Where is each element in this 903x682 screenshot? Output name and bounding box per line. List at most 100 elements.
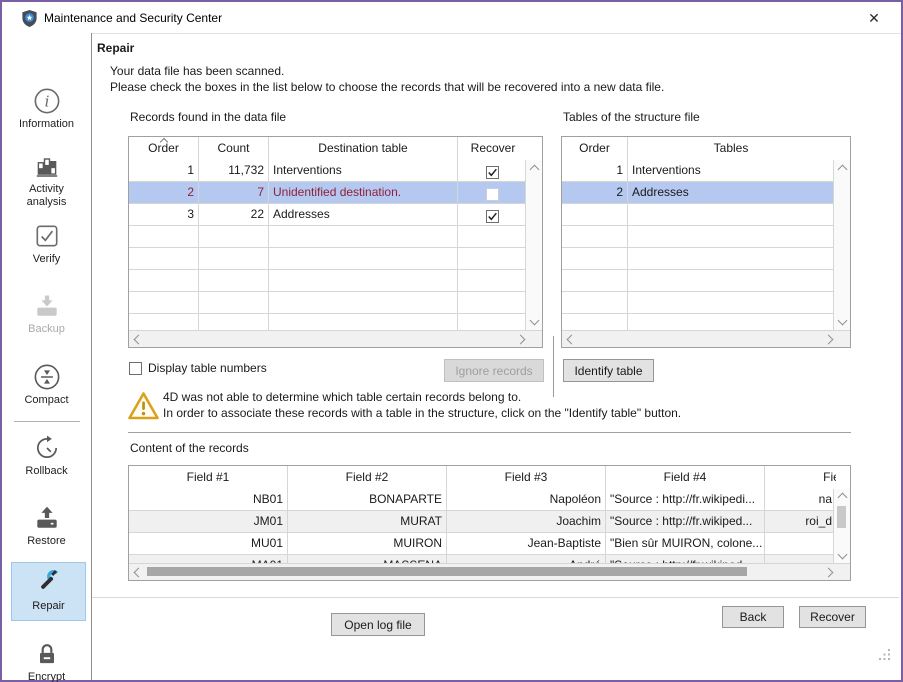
scroll-right-icon[interactable] [516, 335, 526, 345]
table-cell: MURAT [288, 511, 447, 532]
column-header-field1[interactable]: Field #1 [129, 466, 288, 489]
sidebar-separator [14, 421, 80, 422]
scroll-right-icon[interactable] [824, 568, 834, 578]
column-header-recover[interactable]: Recover [458, 137, 528, 160]
vertical-scroll-thumb[interactable] [837, 506, 846, 528]
table-row[interactable]: 111,732Interventions [129, 160, 526, 182]
sidebar: i Information Activityanalysis Verify [2, 33, 92, 680]
recover-checkbox-checked[interactable] [486, 210, 499, 223]
records-panel-label: Records found in the data file [130, 110, 286, 124]
window-title: Maintenance and Security Center [44, 11, 222, 25]
scroll-up-icon[interactable] [530, 165, 540, 175]
ignore-records-button[interactable]: Ignore records [444, 359, 544, 382]
table-row[interactable]: 27Unidentified destination. [129, 182, 526, 204]
identify-table-button[interactable]: Identify table [563, 359, 654, 382]
shield-app-icon [21, 9, 38, 28]
column-header-destination-table[interactable]: Destination table [269, 137, 458, 160]
table-cell [628, 226, 833, 247]
display-table-numbers-checkbox[interactable] [129, 362, 142, 375]
table-row [562, 270, 834, 292]
column-header-tables[interactable]: Tables [628, 137, 834, 160]
close-button[interactable]: ✕ [863, 8, 885, 28]
recover-checkbox-checked[interactable] [486, 166, 499, 179]
table-cell: MUIRON [288, 533, 447, 554]
table-row [562, 226, 834, 248]
intro-line-2: Please check the boxes in the list below… [110, 79, 664, 95]
table-cell [269, 226, 458, 247]
table-cell [562, 292, 628, 313]
table-row[interactable]: JM01MURATJoachim"Source : http://fr.wiki… [129, 511, 834, 533]
column-header-field5[interactable]: Field #5 [765, 466, 836, 489]
column-header-field4[interactable]: Field #4 [606, 466, 765, 489]
table-cell: roi_d [765, 511, 834, 532]
content-horizontal-scrollbar[interactable] [129, 563, 850, 580]
table-cell [199, 248, 269, 269]
table-cell [562, 270, 628, 291]
scroll-down-icon[interactable] [530, 316, 540, 326]
warning-line-2: In order to associate these records with… [163, 405, 681, 421]
scroll-up-icon[interactable] [838, 493, 848, 503]
sidebar-item-restore[interactable]: Restore [2, 504, 91, 548]
sidebar-item-label: Rollback [2, 465, 91, 478]
table-row[interactable]: MU01MUIRONJean-Baptiste"Bien sûr MUIRON,… [129, 533, 834, 555]
display-table-numbers-label: Display table numbers [148, 361, 267, 375]
table-row [129, 248, 526, 270]
maintenance-security-center-window: Maintenance and Security Center ✕ i Info… [0, 0, 903, 682]
title-bar: Maintenance and Security Center ✕ [2, 2, 901, 34]
column-header-field2[interactable]: Field #2 [288, 466, 447, 489]
sidebar-item-encrypt[interactable]: Encrypt [2, 640, 91, 682]
scroll-right-icon[interactable] [824, 335, 834, 345]
table-row[interactable]: 2Addresses [562, 182, 834, 204]
compact-compress-icon [33, 363, 61, 391]
table-cell [628, 248, 833, 269]
sidebar-item-rollback[interactable]: Rollback [2, 434, 91, 478]
column-header-count[interactable]: Count [199, 137, 269, 160]
sidebar-item-label: Encrypt [2, 671, 91, 682]
resize-grip-icon[interactable] [878, 648, 891, 661]
table-cell [199, 314, 269, 331]
sidebar-item-information[interactable]: i Information [2, 87, 91, 131]
sidebar-item-compact[interactable]: Compact [2, 363, 91, 407]
intro-line-1: Your data file has been scanned. [110, 63, 664, 79]
scroll-down-icon[interactable] [838, 550, 848, 560]
sidebar-item-verify[interactable]: Verify [2, 222, 91, 266]
sidebar-item-activity-analysis[interactable]: Activityanalysis [2, 152, 91, 209]
open-log-file-button[interactable]: Open log file [331, 613, 425, 636]
structure-vertical-scrollbar[interactable] [833, 160, 850, 331]
sidebar-item-backup[interactable]: Backup [2, 292, 91, 336]
records-vertical-scrollbar[interactable] [525, 160, 542, 331]
table-cell [628, 204, 833, 225]
content-table-body: NB01BONAPARTENapoléon"Source : http://fr… [129, 489, 834, 564]
table-cell: Joachim [447, 511, 606, 532]
back-button[interactable]: Back [722, 606, 784, 628]
sidebar-item-repair[interactable]: Repair [11, 562, 86, 621]
scroll-left-icon[interactable] [567, 335, 577, 345]
content-table-header: Field #1 Field #2 Field #3 Field #4 Fiel… [129, 466, 834, 490]
content-vertical-scrollbar[interactable] [833, 489, 850, 564]
recover-checkbox-unchecked[interactable] [486, 188, 499, 201]
table-row[interactable]: NB01BONAPARTENapoléon"Source : http://fr… [129, 489, 834, 511]
scroll-up-icon[interactable] [838, 165, 848, 175]
table-cell [129, 248, 199, 269]
panel-divider [553, 336, 554, 397]
column-header-order[interactable]: Order [129, 137, 199, 160]
backup-tray-down-icon [33, 292, 61, 320]
warning-text: 4D was not able to determine which table… [163, 389, 681, 421]
table-cell: Interventions [628, 160, 833, 181]
table-row[interactable]: 322Addresses [129, 204, 526, 226]
column-header-field3[interactable]: Field #3 [447, 466, 606, 489]
table-cell [458, 182, 526, 203]
recover-button[interactable]: Recover [799, 606, 866, 628]
scroll-left-icon[interactable] [134, 568, 144, 578]
table-cell [458, 160, 526, 181]
table-row[interactable]: 1Interventions [562, 160, 834, 182]
column-header-order[interactable]: Order [562, 137, 628, 160]
footer-divider [92, 597, 899, 598]
structure-horizontal-scrollbar[interactable] [562, 330, 850, 347]
scroll-down-icon[interactable] [838, 316, 848, 326]
scroll-left-icon[interactable] [134, 335, 144, 345]
horizontal-scroll-thumb[interactable] [147, 567, 747, 576]
table-cell: "Bien sûr MUIRON, colone... [606, 533, 765, 554]
table-cell [269, 270, 458, 291]
records-horizontal-scrollbar[interactable] [129, 330, 542, 347]
